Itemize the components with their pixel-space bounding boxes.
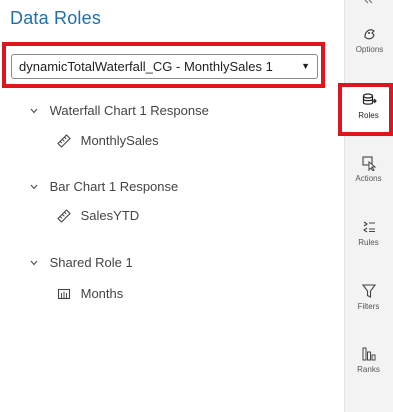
sidebar-item-roles[interactable]: Roles: [344, 92, 393, 120]
role-item[interactable]: Months: [57, 284, 123, 304]
sidebar-item-label: Rules: [358, 238, 379, 247]
role-group-header[interactable]: Bar Chart 1 Response: [30, 177, 178, 197]
role-item-label: SalesYTD: [80, 208, 140, 223]
panel-title: Data Roles: [10, 8, 102, 28]
sidebar-item-label: Ranks: [357, 365, 380, 374]
sidebar-item-ranks[interactable]: Ranks: [344, 346, 393, 374]
role-group-header[interactable]: Waterfall Chart 1 Response: [30, 101, 209, 121]
role-group-label: Waterfall Chart 1 Response: [49, 103, 209, 118]
role-item-label: Months: [80, 286, 124, 301]
roles-icon: [362, 93, 377, 105]
category-icon: [57, 288, 71, 299]
select-value: dynamicTotalWaterfall_CG - MonthlySales …: [19, 59, 273, 74]
filters-icon: [361, 284, 376, 298]
ranks-icon: [362, 347, 375, 361]
chevron-down-icon: [30, 260, 38, 266]
actions-icon: [361, 156, 376, 171]
chevron-down-icon: [30, 184, 38, 190]
sidebar-item-label: Filters: [357, 302, 380, 311]
role-item[interactable]: MonthlySales: [57, 131, 159, 151]
chevron-down-icon: [30, 108, 38, 114]
dropdown-caret-icon: ▼: [301, 61, 310, 71]
sidebar-item-rules[interactable]: Rules: [344, 219, 393, 247]
sidebar-item-options[interactable]: Options: [345, 26, 393, 54]
role-item[interactable]: SalesYTD: [57, 206, 139, 226]
data-roles-panel: Data Roles dynamicTotalWaterfall_CG - Mo…: [0, 0, 344, 412]
sidebar-item-filters[interactable]: Filters: [344, 283, 393, 311]
measure-icon: [57, 208, 71, 223]
sidebar-item-label: Roles: [358, 111, 379, 120]
data-source-select[interactable]: dynamicTotalWaterfall_CG - MonthlySales …: [11, 54, 318, 79]
double-chevron-icon: [364, 0, 372, 4]
rules-icon: [362, 221, 375, 233]
role-group-header[interactable]: Shared Role 1: [30, 253, 133, 273]
options-icon: [363, 29, 375, 40]
measure-icon: [57, 133, 71, 148]
role-group-label: Shared Role 1: [49, 255, 133, 270]
role-group-label: Bar Chart 1 Response: [49, 179, 179, 194]
role-item-label: MonthlySales: [80, 133, 159, 148]
sidebar-item-label: Options: [355, 45, 384, 54]
collapse-pane-button[interactable]: [345, 0, 393, 9]
sidebar-item-actions[interactable]: Actions: [344, 155, 393, 183]
sidebar-item-label: Actions: [355, 174, 382, 183]
